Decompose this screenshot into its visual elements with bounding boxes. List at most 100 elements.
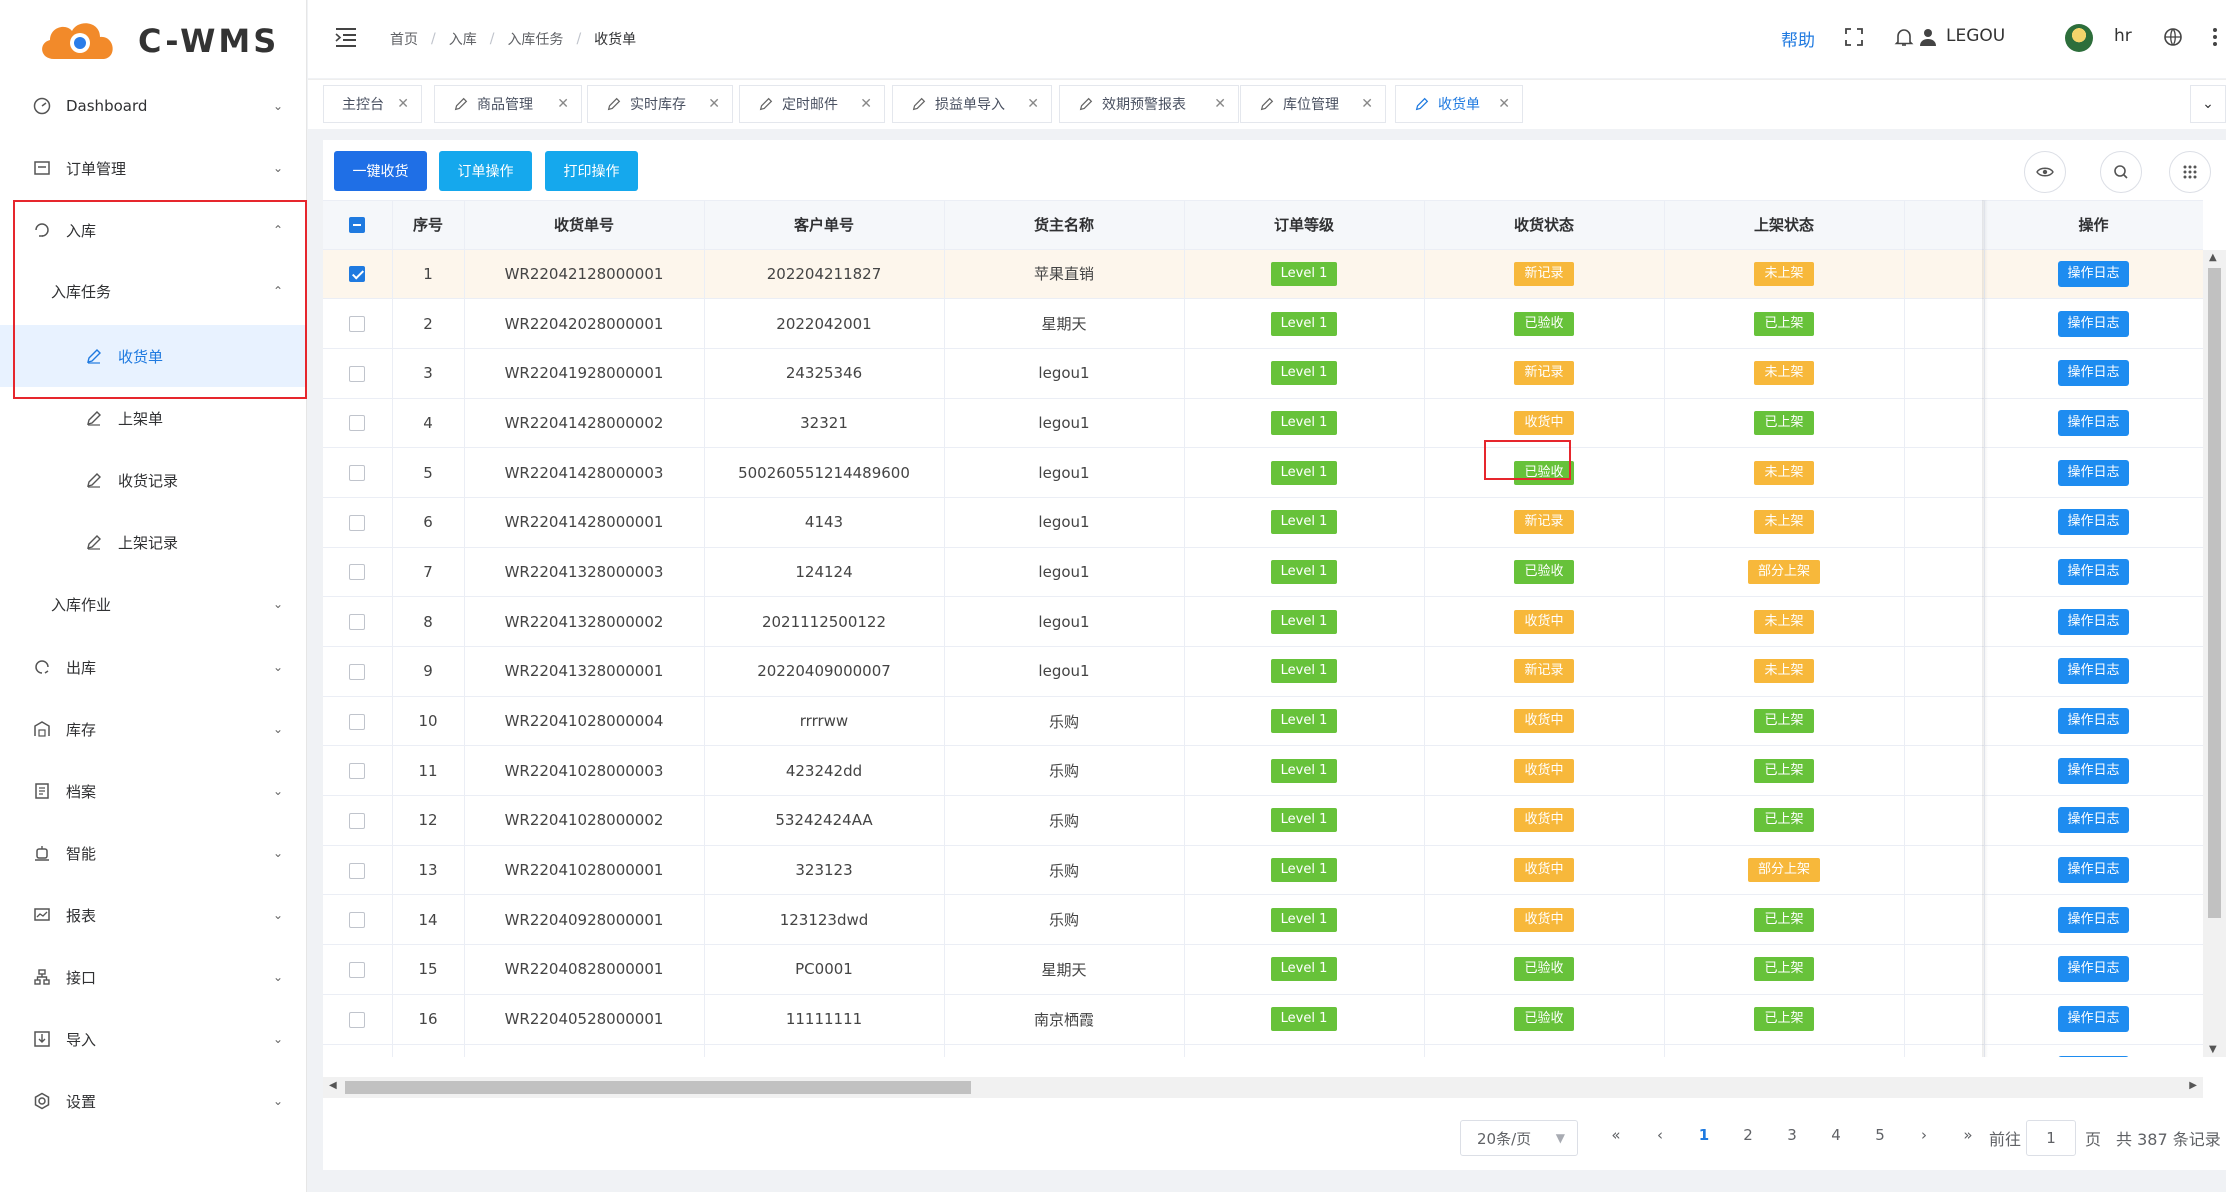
more-vertical-icon[interactable]: [2208, 24, 2222, 50]
sidebar-item-settings[interactable]: 设置 ⌄: [0, 1070, 307, 1132]
last-page-icon[interactable]: »: [1953, 1126, 1983, 1144]
globe-icon[interactable]: [2160, 24, 2186, 50]
page-5[interactable]: 5: [1865, 1126, 1895, 1144]
fullscreen-icon[interactable]: [1841, 24, 1867, 50]
operation-log-button[interactable]: 操作日志: [2058, 757, 2129, 784]
sidebar-item-receipt[interactable]: 收货单: [0, 325, 307, 387]
scroll-thumb[interactable]: [2208, 268, 2221, 918]
row-checkbox[interactable]: [349, 365, 366, 382]
row-select-cell[interactable]: [323, 298, 393, 349]
row-select-cell[interactable]: [323, 795, 393, 846]
cell-action[interactable]: 操作日志: [1984, 795, 2203, 846]
first-page-icon[interactable]: «: [1601, 1126, 1631, 1144]
sidebar-item-orders[interactable]: 订单管理 ⌄: [0, 137, 307, 199]
operation-log-button[interactable]: 操作日志: [2058, 906, 2129, 933]
tag-receipt[interactable]: 收货单 ✕: [1395, 85, 1523, 123]
vertical-scrollbar[interactable]: ▲ ▼: [2203, 250, 2226, 1057]
page-size-select[interactable]: 20条/页 ▼: [1460, 1120, 1578, 1156]
cell-action[interactable]: 操作日志: [1984, 249, 2203, 300]
row-select-cell[interactable]: [323, 944, 393, 995]
table-row[interactable]: 17WR2204022800000120220402000001星期天Level…: [323, 1044, 2203, 1057]
operation-log-button[interactable]: 操作日志: [2058, 509, 2129, 536]
eye-icon[interactable]: [2024, 151, 2066, 193]
operation-log-button[interactable]: 操作日志: [2058, 459, 2129, 486]
sidebar-item-dashboard[interactable]: Dashboard ⌄: [0, 75, 307, 137]
sidebar-item-archive[interactable]: 档案 ⌄: [0, 760, 307, 822]
table-row[interactable]: 12 WR22041028000002 53242424AA 乐购 Level 1 收货中…: [323, 795, 2203, 846]
scroll-right-icon[interactable]: ▶: [2189, 1080, 2197, 1091]
row-checkbox[interactable]: [349, 415, 366, 432]
row-checkbox[interactable]: [349, 862, 366, 879]
row-checkbox[interactable]: [349, 663, 366, 680]
row-select-cell[interactable]: [323, 249, 393, 300]
table-row[interactable]: 15 WR22040828000001 PC0001 星期天 Level 1 已验收 已上架…: [323, 944, 2203, 995]
row-checkbox[interactable]: [349, 1011, 366, 1028]
operation-log-button[interactable]: 操作日志: [2058, 956, 2129, 983]
row-checkbox[interactable]: [349, 514, 366, 531]
sidebar-item-smart[interactable]: 智能 ⌄: [0, 822, 307, 884]
print-operation-button[interactable]: 打印操作: [545, 151, 638, 191]
sidebar-item-inventory[interactable]: 库存 ⌄: [0, 698, 307, 760]
row-select-cell[interactable]: [323, 994, 393, 1045]
row-select-cell[interactable]: [323, 696, 393, 747]
page-1[interactable]: 1: [1689, 1126, 1719, 1144]
table-row[interactable]: 14 WR22040928000001 123123dwd 乐购 Level 1 收货中 已…: [323, 894, 2203, 946]
row-checkbox[interactable]: [349, 614, 366, 631]
row-select-cell[interactable]: [323, 845, 393, 896]
cell-action[interactable]: 操作日志: [1984, 298, 2203, 349]
operation-log-button[interactable]: 操作日志: [2058, 558, 2129, 585]
grid-icon[interactable]: [2169, 151, 2211, 193]
cell-action[interactable]: 操作日志: [1984, 348, 2203, 399]
select-all-checkbox[interactable]: [323, 201, 393, 250]
sidebar-item-inbound-task[interactable]: 入库任务 ⌃: [0, 260, 307, 322]
tag-loss-import[interactable]: 损益单导入 ✕: [892, 85, 1052, 123]
close-icon[interactable]: ✕: [397, 96, 409, 112]
table-row[interactable]: 9 WR22041328000001 20220409000007 legou1 Lev…: [323, 646, 2203, 697]
cell-action[interactable]: 操作日志: [1984, 994, 2203, 1045]
close-icon[interactable]: ✕: [708, 96, 720, 112]
sidebar-item-inbound[interactable]: 入库 ⌃: [0, 199, 307, 261]
close-icon[interactable]: ✕: [1027, 96, 1039, 112]
row-checkbox[interactable]: [349, 266, 366, 283]
scroll-down-icon[interactable]: ▼: [2209, 1044, 2217, 1055]
operation-log-button[interactable]: 操作日志: [2058, 360, 2129, 387]
row-select-cell[interactable]: [323, 596, 393, 647]
page-3[interactable]: 3: [1777, 1126, 1807, 1144]
row-select-cell[interactable]: [323, 447, 393, 498]
row-checkbox[interactable]: [349, 713, 366, 730]
table-row[interactable]: 2 WR22042028000001 2022042001 星期天 Level 1 已验收…: [323, 298, 2203, 349]
table-row[interactable]: 6 WR22041428000001 4143 legou1 Level 1 新记录 未上架…: [323, 497, 2203, 548]
cell-action[interactable]: 操作日志: [1984, 894, 2203, 946]
cell-action[interactable]: 操作日志: [1984, 1044, 2203, 1057]
sidebar-item-import[interactable]: 导入 ⌄: [0, 1008, 307, 1070]
cell-action[interactable]: 操作日志: [1984, 745, 2203, 797]
bell-icon[interactable]: [1891, 24, 1917, 50]
table-row[interactable]: 13 WR22041028000001 323123 乐购 Level 1 收货中 部分上架…: [323, 845, 2203, 896]
row-checkbox[interactable]: [349, 812, 366, 829]
operation-log-button[interactable]: 操作日志: [2058, 608, 2129, 635]
operation-log-button[interactable]: 操作日志: [2058, 260, 2129, 287]
cell-action[interactable]: 操作日志: [1984, 497, 2203, 548]
row-checkbox[interactable]: [349, 465, 366, 482]
row-select-cell[interactable]: [323, 646, 393, 697]
menu-fold-icon[interactable]: [334, 26, 358, 48]
horizontal-scrollbar[interactable]: ◀ ▶: [323, 1077, 2203, 1098]
table-row[interactable]: 1 WR22042128000001 202204211827 苹果直销 Level 1…: [323, 249, 2203, 300]
one-click-receive-button[interactable]: 一键收货: [334, 151, 427, 191]
row-checkbox[interactable]: [349, 564, 366, 581]
cell-action[interactable]: 操作日志: [1984, 398, 2203, 449]
table-row[interactable]: 3 WR22041928000001 24325346 legou1 Level 1 新记…: [323, 348, 2203, 399]
operation-log-button[interactable]: 操作日志: [2058, 1055, 2129, 1057]
next-page-icon[interactable]: ›: [1909, 1126, 1939, 1144]
close-icon[interactable]: ✕: [1361, 96, 1373, 112]
scroll-up-icon[interactable]: ▲: [2209, 252, 2217, 263]
table-row[interactable]: 10 WR22041028000004 rrrrww 乐购 Level 1 收货中 已上架 操…: [323, 696, 2203, 747]
cell-action[interactable]: 操作日志: [1984, 646, 2203, 697]
breadcrumb-home[interactable]: 首页: [390, 29, 418, 49]
scroll-left-icon[interactable]: ◀: [329, 1080, 337, 1091]
cell-action[interactable]: 操作日志: [1984, 596, 2203, 647]
sidebar-item-putaway-record[interactable]: 上架记录: [0, 511, 307, 573]
table-row[interactable]: 5 WR22041428000003 500260551214489600 legou…: [323, 447, 2203, 498]
operation-log-button[interactable]: 操作日志: [2058, 658, 2129, 685]
table-row[interactable]: 4 WR22041428000002 32321 legou1 Level 1 收货中 已上…: [323, 398, 2203, 449]
